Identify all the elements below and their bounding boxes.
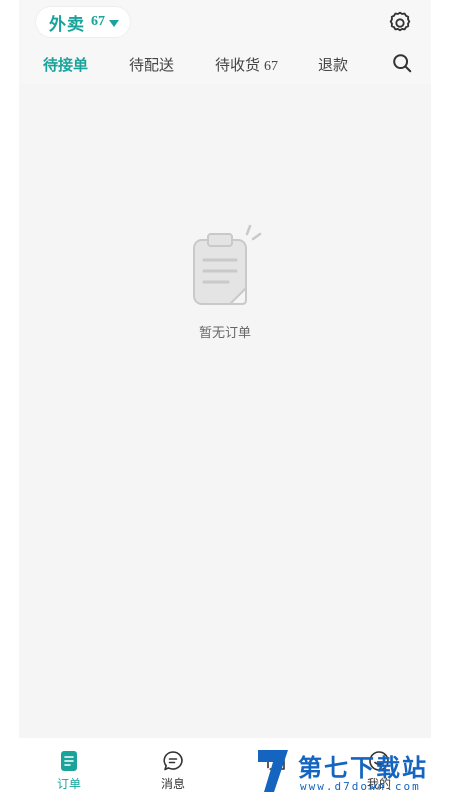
tab-pending-accept[interactable]: 待接单 [43,54,88,75]
site-watermark: 第七下载站 www.d7down.com [256,748,446,798]
nav-orders[interactable]: 订单 [39,750,99,792]
tab-label: 退款 [318,56,349,74]
tab-refund[interactable]: 退款 [318,54,348,75]
tab-label: 待配送 [129,56,175,74]
tab-pending-receipt[interactable]: 待收货 67 [215,54,278,75]
search-icon[interactable] [391,52,413,74]
mode-selector[interactable]: 外卖 67 [35,6,131,38]
nav-label: 订单 [56,777,81,791]
gear-icon[interactable] [387,10,413,36]
nav-label: 消息 [160,777,185,791]
empty-message: 暂无订单 [198,326,251,341]
empty-clipboard-icon [193,224,262,305]
screen: 外卖 67 待接单 待配送 待收货 67 退款 暂无订单 订单 消息 我的 第七… [0,0,450,800]
top-bar: 外卖 67 待接单 待配送 待收货 67 退款 [19,0,431,84]
watermark-logo-icon [258,750,288,792]
tab-label: 待接单 [43,56,89,74]
watermark-url: www.d7down.com [300,780,421,793]
order-tabs: 待接单 待配送 待收货 67 退款 [19,46,431,82]
app-content: 外卖 67 待接单 待配送 待收货 67 退款 暂无订单 [19,0,431,738]
watermark-title: 第七下载站 [298,754,428,782]
empty-state: 暂无订单 [19,220,431,341]
nav-messages[interactable]: 消息 [143,750,203,792]
tab-count: 67 [264,59,279,74]
caret-down-icon [109,19,119,27]
mode-label: 外卖 [49,14,85,35]
message-icon [163,751,183,771]
orders-icon [61,751,77,771]
tab-label: 待收货 [215,56,261,74]
tab-pending-delivery[interactable]: 待配送 [129,54,174,75]
mode-count: 67 [91,14,105,29]
